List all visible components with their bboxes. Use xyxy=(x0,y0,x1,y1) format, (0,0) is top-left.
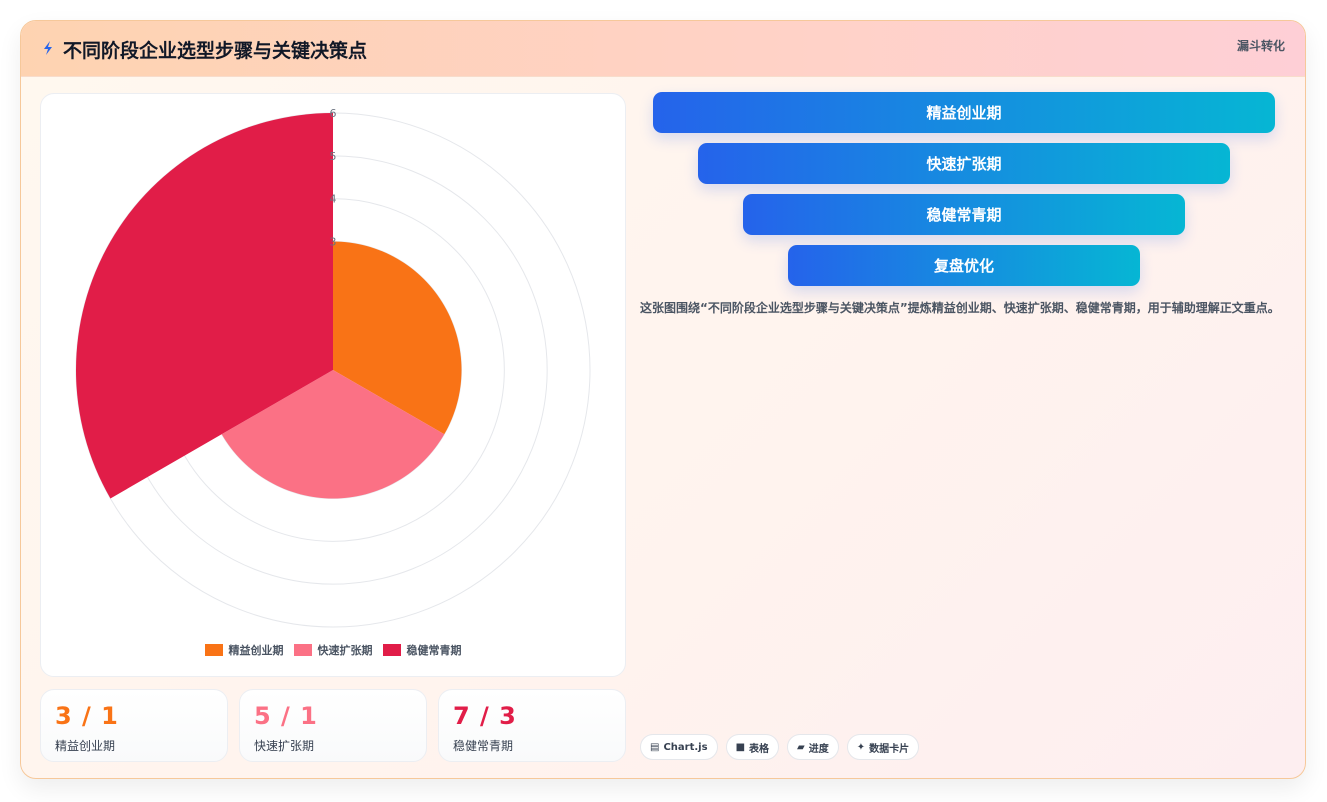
funnel-step-3[interactable]: 稳健常青期 xyxy=(743,194,1185,235)
chart-legend: 精益创业期 快速扩张期 稳健常青期 xyxy=(41,642,625,658)
stat-value: 3 / 1 xyxy=(55,702,119,730)
chart-card: 不同阶段企业选型步骤与关键决策点 漏斗转化 3456 精益创业期 快速扩张期 稳健常… xyxy=(20,20,1306,779)
feature-tag-label: Chart.js xyxy=(663,741,708,753)
progress-icon: ▰ xyxy=(797,741,805,753)
legend-item[interactable]: 精益创业期 xyxy=(204,642,284,658)
legend-item[interactable]: 稳健常青期 xyxy=(382,642,462,658)
funnel-step-2[interactable]: 快速扩张期 xyxy=(698,143,1230,184)
feature-tag[interactable]: ✦ 数据卡片 xyxy=(846,734,920,760)
stat-card: 3 / 1 精益创业期 xyxy=(40,689,228,762)
stat-value: 7 / 3 xyxy=(453,702,517,730)
stat-card: 7 / 3 稳健常青期 xyxy=(438,689,626,762)
chart-icon: ▤ xyxy=(650,741,660,753)
stat-card: 5 / 1 快速扩张期 xyxy=(239,689,427,762)
radial-tick-label: 5 xyxy=(330,150,337,163)
feature-tag-label: 进度 xyxy=(808,743,829,755)
feature-tag[interactable]: ▤ Chart.js xyxy=(640,734,718,760)
page-title: 不同阶段企业选型步骤与关键决策点 xyxy=(63,40,368,62)
legend-swatch xyxy=(293,644,312,656)
radial-tick-label: 4 xyxy=(330,193,337,206)
legend-swatch xyxy=(204,644,223,656)
legend-label: 精益创业期 xyxy=(228,644,284,657)
polar-chart-panel: 3 4 5 6 精益创业期 快速扩张期 稳健常青期 xyxy=(40,93,626,677)
feature-tags: ▤ Chart.js ■ 表格 ▰ 进度 ✦ 数据卡片 xyxy=(640,734,920,760)
radial-tick-label: 6 xyxy=(330,107,337,120)
legend-item[interactable]: 快速扩张期 xyxy=(293,642,373,658)
polar-area-chart: 3 4 5 6 xyxy=(75,107,591,628)
feature-tag[interactable]: ▰ 进度 xyxy=(787,734,839,760)
legend-label: 快速扩张期 xyxy=(317,644,373,657)
table-icon: ■ xyxy=(735,741,746,753)
chart-type-badge: 漏斗转化 xyxy=(1236,39,1285,53)
stat-label: 稳健常青期 xyxy=(453,739,514,753)
feature-tag-label: 数据卡片 xyxy=(869,743,910,755)
feature-tag[interactable]: ■ 表格 xyxy=(725,734,780,760)
stats-row: 3 / 1 精益创业期 5 / 1 快速扩张期 7 / 3 稳健常青期 xyxy=(40,689,626,762)
radial-tick-label: 3 xyxy=(330,236,337,249)
funnel-step-4[interactable]: 复盘优化 xyxy=(788,245,1140,286)
stat-value: 5 / 1 xyxy=(254,702,318,730)
lightning-icon xyxy=(44,41,52,55)
chart-description: 这张图围绕“不同阶段企业选型步骤与关键决策点”提炼精益创业期、快速扩张期、稳健常… xyxy=(640,301,1280,315)
legend-swatch xyxy=(382,644,401,656)
data-card-icon: ✦ xyxy=(856,741,866,753)
funnel-step-1[interactable]: 精益创业期 xyxy=(653,92,1275,133)
legend-label: 稳健常青期 xyxy=(406,644,462,657)
stat-label: 精益创业期 xyxy=(55,739,116,753)
feature-tag-label: 表格 xyxy=(749,743,770,755)
stat-label: 快速扩张期 xyxy=(254,739,315,753)
card-header: 不同阶段企业选型步骤与关键决策点 漏斗转化 xyxy=(21,21,1305,77)
